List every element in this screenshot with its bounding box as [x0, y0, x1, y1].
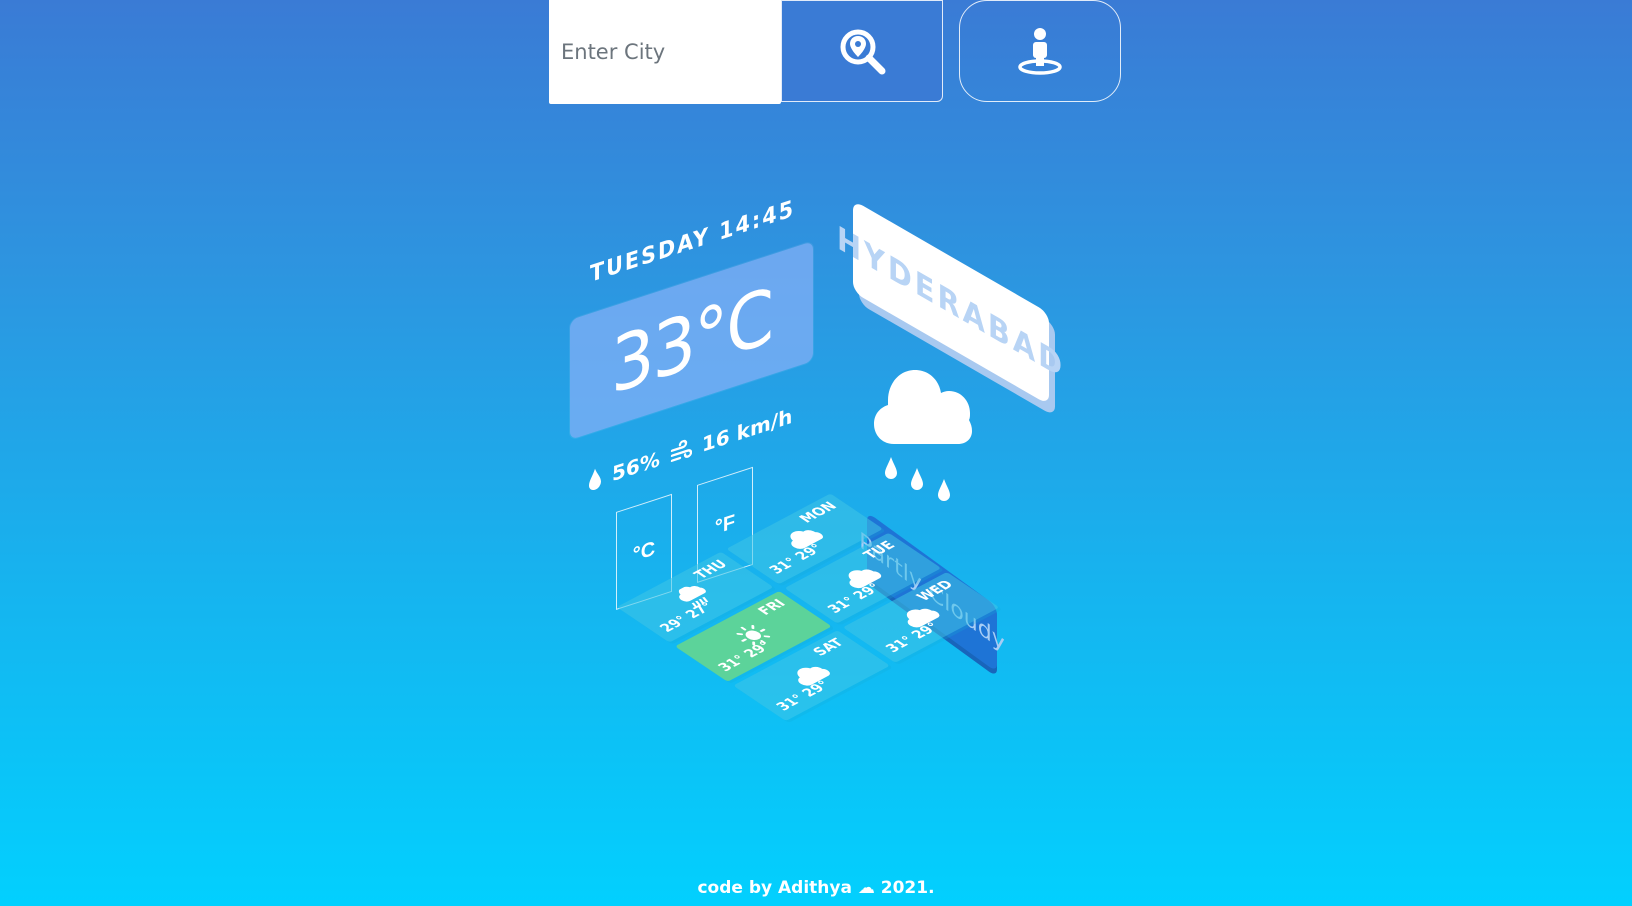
current-temperature: 33°C	[611, 269, 772, 412]
humidity-value: 56%	[612, 446, 660, 487]
forecast-day: FRI	[754, 597, 790, 618]
forecast-day: SAT	[809, 636, 849, 659]
droplet-icon	[589, 468, 601, 491]
wind-value: 16 km/h	[701, 403, 793, 457]
forecast-day: WED	[913, 578, 958, 604]
forecast-day: TUE	[860, 539, 900, 562]
forecast-day: MON	[796, 499, 842, 526]
weather-scene: TUESDAY 14:45 33°C 56% 16 km/h °C °F HYD…	[0, 0, 1632, 906]
footer-credit: code by Adithya ☁ 2021.	[697, 878, 935, 898]
wind-icon	[670, 439, 692, 463]
forecast-grid: MON 31° 29° TUE 31° 29° WED 31° 29° THU …	[615, 439, 1111, 728]
